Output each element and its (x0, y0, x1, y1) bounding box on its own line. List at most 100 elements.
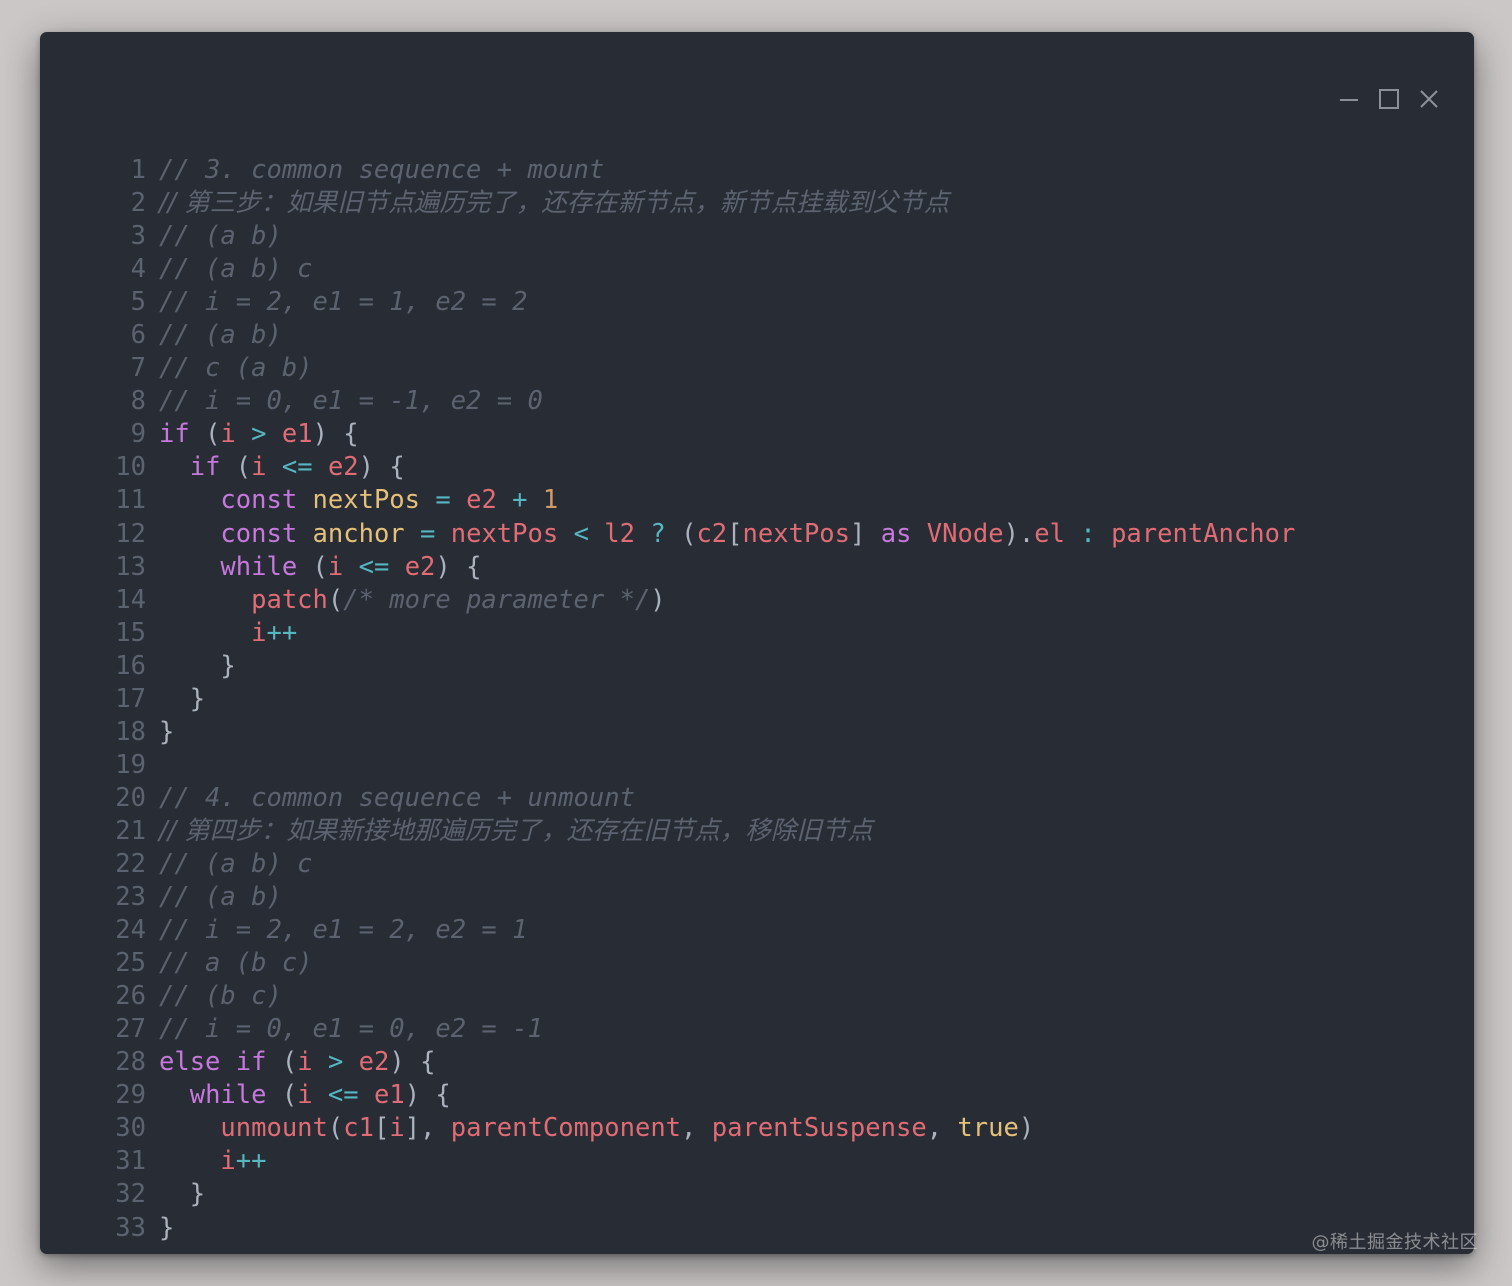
token-plain: , (681, 1113, 712, 1144)
token-plain: ], (404, 1113, 451, 1144)
token-ident: i (389, 1113, 405, 1144)
token-ident: unmount (220, 1113, 328, 1144)
line-source: // 第三步：如果旧节点遍历完了，还存在新节点，新节点挂载到父节点 (159, 187, 949, 220)
code-line: 13 while (i <= e2) { (70, 551, 1454, 584)
code-line: 10 if (i <= e2) { (70, 451, 1454, 484)
line-source: // (a b) c (159, 848, 313, 881)
token-comment: // i = 2, e1 = 2, e2 = 1 (159, 915, 528, 946)
line-number: 19 (115, 749, 146, 780)
token-plain: } (159, 1179, 206, 1210)
token-ident: VNode (926, 518, 1004, 549)
code-line: 4 // (a b) c (70, 253, 1454, 286)
code-line: 17 } (70, 683, 1454, 716)
token-comment: // i = 0, e1 = 0, e2 = -1 (159, 1014, 543, 1045)
line-source: // i = 0, e1 = -1, e2 = 0 (159, 385, 543, 418)
line-number: 22 (115, 849, 146, 879)
watermark: @稀土掘金技术社区 (1311, 1232, 1478, 1253)
code-line: 33} (70, 1212, 1454, 1245)
line-number: 18 (115, 716, 146, 747)
line-number: 5 (130, 287, 146, 318)
token-comment: // i = 0, e1 = -1, e2 = 0 (159, 386, 543, 417)
line-source: // (b c) (159, 980, 282, 1013)
token-ident: c1 (343, 1113, 374, 1144)
token-plain: ( (665, 518, 697, 549)
line-source: } (159, 650, 236, 683)
line-number: 33 (115, 1212, 146, 1243)
line-source: else if (i > e2) { (159, 1046, 435, 1079)
token-plain: } (159, 650, 236, 681)
token-keyword: const (220, 518, 298, 549)
token-op: = (420, 518, 436, 549)
token-keyword: as (880, 518, 912, 549)
code-line: 14 patch(/* more parameter */) (70, 584, 1454, 617)
code-line: 7 // c (a b) (70, 352, 1454, 385)
token-ident: e1 (374, 1080, 405, 1111)
token-plain: ). (1003, 518, 1035, 549)
code-line: 5 // i = 2, e1 = 1, e2 = 2 (70, 286, 1454, 319)
token-plain: ( (189, 419, 221, 450)
token-comment: // a (b c) (159, 948, 313, 979)
line-source: while (i <= e2) { (159, 551, 481, 584)
line-number: 17 (115, 683, 146, 714)
token-plain: ( (266, 1080, 298, 1111)
line-number: 23 (115, 882, 146, 913)
token-keyword: else (159, 1047, 221, 1078)
token-ident: e2 (466, 485, 497, 516)
line-source: while (i <= e1) { (159, 1079, 451, 1112)
code-line: 16 } (70, 650, 1454, 683)
token-plain: ] (850, 518, 881, 549)
token-plain: , (926, 1113, 958, 1144)
token-plain: ) { (358, 452, 405, 483)
token-comment: // i = 2, e1 = 1, e2 = 2 (159, 287, 528, 318)
line-source: } (159, 716, 174, 749)
token-plain: ( (327, 1113, 344, 1144)
code-line: 25 // a (b c) (70, 947, 1454, 980)
code-line: 26 // (b c) (70, 980, 1454, 1013)
line-number: 29 (115, 1080, 146, 1111)
line-source: if (i <= e2) { (159, 451, 405, 484)
token-bool: true (957, 1113, 1019, 1144)
minimize-icon[interactable] (1338, 88, 1360, 110)
line-number: 21 (115, 815, 146, 846)
line-number: 3 (130, 221, 146, 252)
close-icon[interactable] (1418, 88, 1440, 110)
token-ident: i (220, 1146, 236, 1177)
token-ident: parentComponent (450, 1113, 682, 1144)
token-comment: // (a b) (159, 320, 282, 351)
line-number: 20 (115, 782, 146, 813)
code-line: 19 (70, 749, 1454, 782)
token-ident: e1 (281, 419, 313, 450)
code-line: 30 unmount(c1[i], parentComponent, paren… (70, 1112, 1454, 1145)
token-plain: ) { (389, 1047, 436, 1078)
line-source: i++ (159, 1145, 266, 1178)
token-comment: // (a b) (159, 882, 282, 913)
token-comment: // 3. common sequence + mount (159, 155, 605, 186)
token-ident: nextPos (742, 518, 850, 549)
code-line: 31 i++ (70, 1145, 1454, 1178)
line-number: 1 (130, 155, 146, 186)
token-ident: i (297, 1047, 313, 1078)
code-line: 21 // 第四步：如果新接地那遍历完了，还存在旧节点，移除旧节点 (70, 815, 1454, 848)
line-number: 7 (130, 353, 146, 384)
line-source: // c (a b) (159, 352, 313, 385)
token-op: > (327, 1047, 344, 1078)
line-number: 13 (115, 551, 146, 582)
token-op: = (435, 485, 451, 516)
token-const: nextPos (312, 485, 421, 516)
code-editor[interactable]: 1 // 3. common sequence + mount 2 // 第三步：如果… (70, 154, 1454, 1245)
token-const: anchor (312, 518, 405, 549)
token-plain: ( (297, 551, 328, 582)
line-source: i++ (159, 617, 297, 650)
maximize-icon[interactable] (1378, 88, 1400, 110)
